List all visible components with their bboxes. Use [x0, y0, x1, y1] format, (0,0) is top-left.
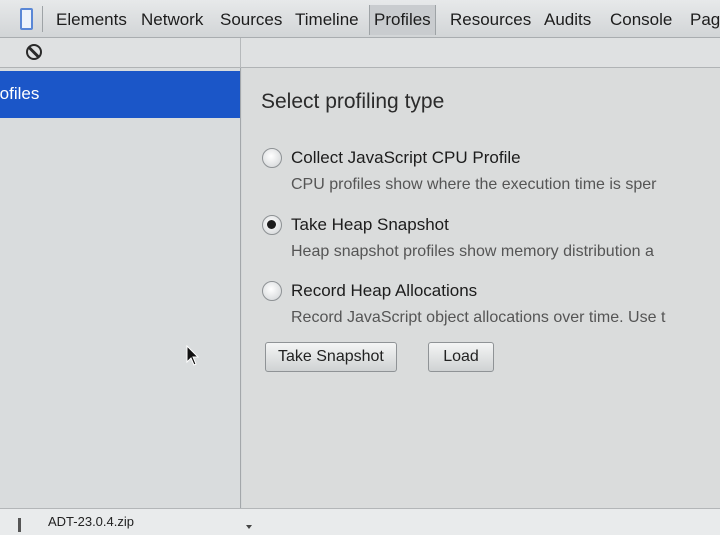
radio-cpu-profile[interactable]	[262, 148, 282, 168]
radio-heap-snapshot[interactable]	[262, 215, 282, 235]
tab-elements[interactable]: Elements	[56, 10, 127, 30]
sidebar-item-label: rofiles	[0, 84, 40, 103]
mouse-pointer-icon	[186, 345, 200, 366]
sidebar-item-profiles[interactable]: rofiles	[0, 71, 240, 118]
file-icon	[18, 518, 21, 532]
tab-separator	[42, 6, 43, 32]
tab-network[interactable]: Network	[141, 10, 203, 30]
option-heap-snapshot[interactable]: Take Heap Snapshot Heap snapshot profile…	[242, 209, 720, 269]
option-label: Take Heap Snapshot	[291, 215, 449, 234]
tab-audits[interactable]: Audits	[544, 10, 591, 30]
option-label: Record Heap Allocations	[291, 281, 478, 300]
option-label: Collect JavaScript CPU Profile	[291, 148, 521, 167]
tab-resources[interactable]: Resources	[450, 10, 531, 30]
profile-launcher-panel: Select profiling type Collect JavaScript…	[242, 68, 720, 508]
download-file-name[interactable]: ADT-23.0.4.zip	[48, 514, 134, 529]
profiles-sidebar: rofiles	[0, 68, 241, 508]
dock-icon[interactable]	[20, 8, 33, 30]
profiles-toolbar	[0, 38, 720, 68]
tab-sources[interactable]: Sources	[220, 10, 282, 30]
dropdown-arrow-icon[interactable]	[246, 525, 252, 529]
tab-profiles[interactable]: Profiles	[369, 5, 436, 35]
option-description: CPU profiles show where the execution ti…	[291, 176, 657, 193]
toolbar-divider	[240, 38, 241, 68]
devtools-tab-bar: Elements Network Sources Timeline Profil…	[0, 0, 720, 38]
option-description: Heap snapshot profiles show memory distr…	[291, 243, 654, 260]
clear-icon[interactable]	[26, 44, 42, 60]
option-cpu-profile[interactable]: Collect JavaScript CPU Profile CPU profi…	[242, 142, 720, 202]
tab-more[interactable]: Pag	[690, 10, 720, 30]
download-shelf: ADT-23.0.4.zip	[0, 508, 720, 535]
take-snapshot-button[interactable]: Take Snapshot	[265, 342, 397, 372]
page-title: Select profiling type	[261, 90, 445, 113]
load-button[interactable]: Load	[428, 342, 494, 372]
option-heap-allocations[interactable]: Record Heap Allocations Record JavaScrip…	[242, 275, 720, 335]
option-description: Record JavaScript object allocations ove…	[291, 309, 666, 326]
tab-console[interactable]: Console	[610, 10, 672, 30]
radio-heap-allocations[interactable]	[262, 281, 282, 301]
tab-timeline[interactable]: Timeline	[295, 10, 359, 30]
